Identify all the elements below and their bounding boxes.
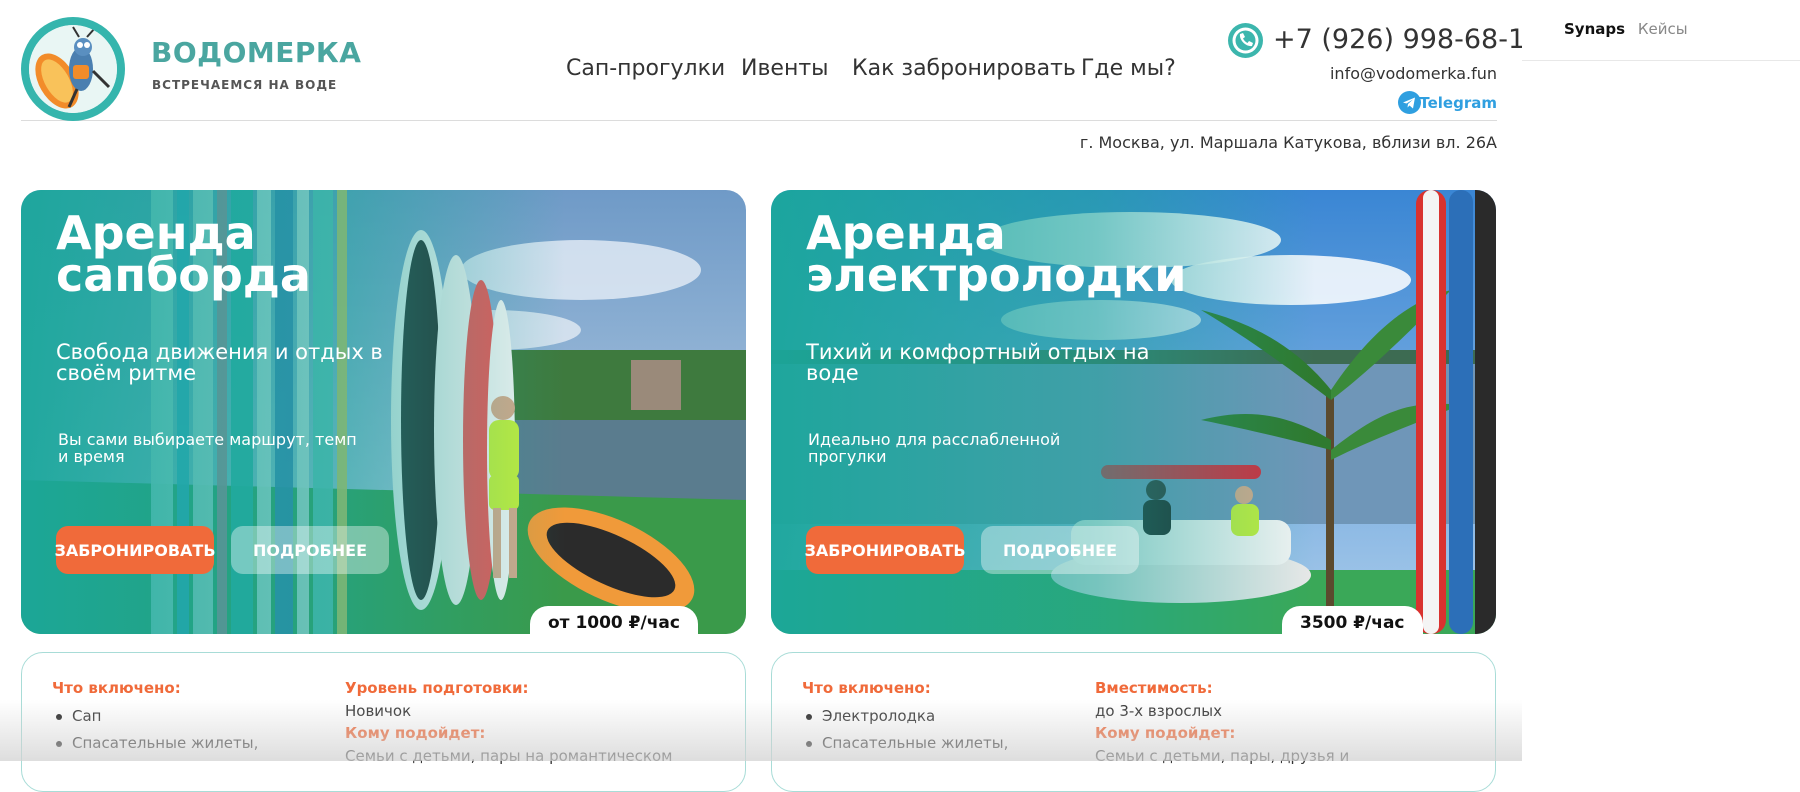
suits-heading: Кому подойдет: xyxy=(1095,724,1236,742)
level-heading: Уровень подготовки: xyxy=(345,679,529,697)
card-subtitle: Тихий и комфортный отдых на воде xyxy=(806,340,1150,385)
suits-value: Семьи с детьми, пары, друзья и xyxy=(1095,747,1350,765)
more-sup-button[interactable]: ПОДРОБНЕЕ xyxy=(231,526,389,574)
more-boat-button[interactable]: ПОДРОБНЕЕ xyxy=(981,526,1139,574)
nav-where-we-are[interactable]: Где мы? xyxy=(1081,56,1176,81)
price-badge: от 1000 ₽/час xyxy=(530,606,698,634)
included-list: Электролодка Спасательные жилеты, xyxy=(802,707,1008,761)
email-link[interactable]: info@vodomerka.fun xyxy=(1330,64,1497,83)
side-links: Synaps Кейсы xyxy=(1564,20,1688,38)
nav-sup-walks[interactable]: Сап-прогулки xyxy=(566,56,725,81)
included-heading: Что включено: xyxy=(802,679,931,697)
card-subtitle: Свобода движения и отдых в своём ритме xyxy=(56,340,383,385)
brand-name: ВОДОМЕРКА xyxy=(151,36,362,69)
included-list: Сап Спасательные жилеты, xyxy=(52,707,258,761)
level-value: Новичок xyxy=(345,702,412,720)
list-item: Сап xyxy=(52,707,258,725)
logo[interactable] xyxy=(21,17,125,121)
card-description: Вы сами выбираете маршрут, темп и время xyxy=(58,430,357,466)
telegram-link[interactable]: Telegram xyxy=(1419,94,1497,112)
side-link-cases[interactable]: Кейсы xyxy=(1638,20,1688,38)
price-badge: 3500 ₽/час xyxy=(1282,606,1423,634)
card-description: Идеально для расслабленной прогулки xyxy=(808,430,1061,466)
site-header: ВОДОМЕРКА ВСТРЕЧАЕМСЯ НА ВОДЕ Сап-прогул… xyxy=(21,0,1542,121)
phone-icon xyxy=(1228,23,1263,58)
nav-how-to-book[interactable]: Как забронировать xyxy=(852,56,1076,81)
capacity-value: до 3-х взрослых xyxy=(1095,702,1222,720)
divider xyxy=(1522,60,1800,61)
phone-number[interactable]: +7 (926) 998-68-11 xyxy=(1273,24,1542,55)
list-item: Электролодка xyxy=(802,707,1008,725)
sup-info-box: Что включено: Сап Спасательные жилеты, У… xyxy=(21,652,746,792)
card-sup-rental: Аренда сапборда Свобода движения и отдых… xyxy=(21,190,746,634)
card-title: Аренда электролодки xyxy=(806,206,1187,302)
book-boat-button[interactable]: ЗАБРОНИРОВАТЬ xyxy=(804,526,966,574)
logo-mascot-icon xyxy=(29,25,117,113)
brand-tagline: ВСТРЕЧАЕМСЯ НА ВОДЕ xyxy=(152,78,338,92)
book-sup-button[interactable]: ЗАБРОНИРОВАТЬ xyxy=(54,526,216,574)
list-item: Спасательные жилеты, xyxy=(52,734,258,752)
side-panel: Synaps Кейсы xyxy=(1522,0,1800,761)
included-heading: Что включено: xyxy=(52,679,181,697)
card-title: Аренда сапборда xyxy=(56,206,311,302)
capacity-heading: Вместимость: xyxy=(1095,679,1213,697)
suits-value: Семьи с детьми, пары на романтическом xyxy=(345,747,673,765)
card-electric-boat-rental: Аренда электролодки Тихий и комфортный о… xyxy=(771,190,1496,634)
address: г. Москва, ул. Маршала Катукова, вблизи … xyxy=(1079,133,1497,152)
side-link-synaps[interactable]: Synaps xyxy=(1564,20,1625,38)
list-item: Спасательные жилеты, xyxy=(802,734,1008,752)
suits-heading: Кому подойдет: xyxy=(345,724,486,742)
telegram-icon[interactable] xyxy=(1398,91,1421,114)
boat-info-box: Что включено: Электролодка Спасательные … xyxy=(771,652,1496,792)
nav-events[interactable]: Ивенты xyxy=(741,56,829,81)
